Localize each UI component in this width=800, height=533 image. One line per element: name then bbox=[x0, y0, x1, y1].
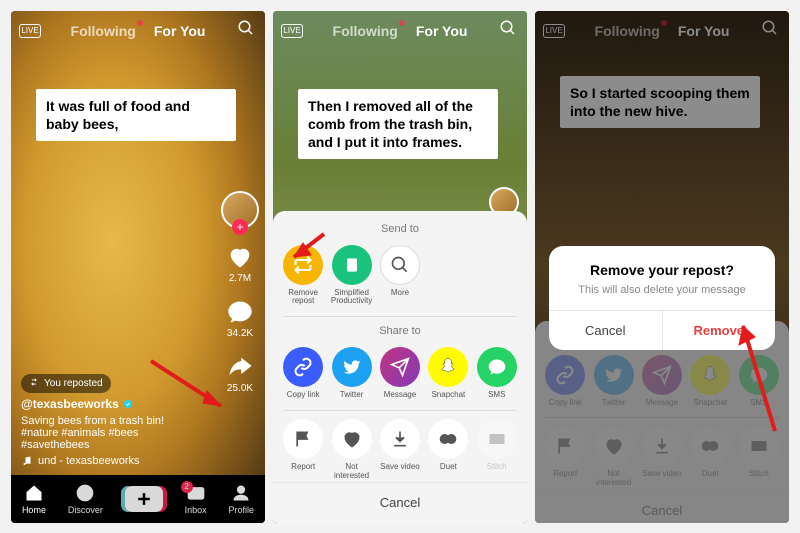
twitter-icon bbox=[342, 357, 362, 377]
duet-icon bbox=[438, 429, 458, 449]
link-icon bbox=[293, 357, 313, 377]
screen-feed: LIVE Following For You It was full of fo… bbox=[11, 11, 265, 523]
cancel-button[interactable]: Cancel bbox=[273, 482, 527, 522]
follow-plus-icon[interactable]: + bbox=[232, 219, 248, 235]
screen-confirm-dialog: LIVE FollowingFor You So I started scoop… bbox=[535, 11, 789, 523]
tab-following[interactable]: Following bbox=[71, 23, 136, 39]
action-duet[interactable]: Duet bbox=[424, 419, 472, 481]
live-badge[interactable]: LIVE bbox=[281, 24, 303, 38]
action-not-interested[interactable]: Not interested bbox=[328, 419, 376, 481]
download-icon bbox=[390, 429, 410, 449]
share-twitter[interactable]: Twitter bbox=[328, 347, 376, 400]
video-description: Saving bees from a trash bin! #nature #a… bbox=[21, 415, 195, 451]
send-to-label: Send to bbox=[273, 223, 527, 235]
search-icon[interactable] bbox=[499, 19, 517, 42]
tab-for-you[interactable]: For You bbox=[154, 23, 206, 39]
notification-dot bbox=[399, 20, 405, 26]
live-badge[interactable]: LIVE bbox=[19, 24, 41, 38]
action-save-video[interactable]: Save video bbox=[376, 419, 424, 481]
share-sheet: Send to Remove repost Simplified Product… bbox=[273, 211, 527, 523]
flag-icon bbox=[293, 429, 313, 449]
share-button[interactable]: 25.0K bbox=[226, 353, 254, 394]
nav-home[interactable]: Home bbox=[22, 483, 46, 515]
creator-avatar[interactable]: + bbox=[221, 191, 259, 229]
nav-inbox[interactable]: 2Inbox bbox=[185, 483, 207, 515]
nav-create[interactable] bbox=[125, 486, 163, 512]
dialog-title: Remove your repost? bbox=[549, 246, 775, 284]
music-note-icon bbox=[21, 455, 33, 467]
remove-repost-button[interactable]: Remove repost bbox=[279, 245, 327, 307]
notification-dot bbox=[137, 20, 143, 26]
screen-share-sheet: LIVE Following For You Then I removed all… bbox=[273, 11, 527, 523]
share-message[interactable]: Message bbox=[376, 347, 424, 400]
like-button[interactable]: 2.7M bbox=[226, 243, 254, 284]
heart-broken-icon bbox=[342, 429, 362, 449]
music-info[interactable]: und - texasbeeworks bbox=[21, 455, 195, 467]
share-sms[interactable]: SMS bbox=[473, 347, 521, 400]
stitch-icon bbox=[487, 429, 507, 449]
video-caption-overlay: Then I removed all of the comb from the … bbox=[298, 89, 498, 160]
dialog-message: This will also delete your message bbox=[549, 284, 775, 310]
share-to-label: Share to bbox=[273, 325, 527, 337]
action-stitch[interactable]: Stitch bbox=[473, 419, 521, 481]
share-snapchat[interactable]: Snapchat bbox=[424, 347, 472, 400]
share-copy-link[interactable]: Copy link bbox=[279, 347, 327, 400]
inbox-badge: 2 bbox=[181, 481, 193, 493]
dialog-cancel-button[interactable]: Cancel bbox=[549, 311, 663, 350]
dialog-remove-button[interactable]: Remove bbox=[663, 311, 776, 350]
like-count: 2.7M bbox=[229, 273, 251, 284]
sms-icon bbox=[487, 357, 507, 377]
video-caption-overlay: It was full of food and baby bees, bbox=[36, 89, 236, 141]
repost-icon bbox=[293, 255, 313, 275]
reposted-badge: You reposted bbox=[21, 374, 111, 393]
share-count: 25.0K bbox=[227, 383, 253, 394]
nav-discover[interactable]: Discover bbox=[68, 483, 103, 515]
send-to-simplified[interactable]: Simplified Productivity bbox=[328, 245, 376, 307]
send-to-more[interactable]: More bbox=[376, 245, 424, 307]
nav-profile[interactable]: Profile bbox=[229, 483, 255, 515]
search-icon bbox=[390, 255, 410, 275]
bottom-nav: Home Discover 2Inbox Profile bbox=[11, 475, 265, 523]
top-header: LIVE Following For You bbox=[11, 17, 265, 45]
snapchat-icon bbox=[438, 357, 458, 377]
create-icon bbox=[125, 486, 163, 512]
tab-following[interactable]: Following bbox=[333, 23, 398, 39]
video-info: You reposted @texasbeeworks Saving bees … bbox=[21, 374, 195, 467]
tab-for-you[interactable]: For You bbox=[416, 23, 468, 39]
action-rail: + 2.7M 34.2K 25.0K bbox=[221, 191, 259, 394]
top-header: LIVE Following For You bbox=[273, 17, 527, 45]
app-icon bbox=[342, 255, 362, 275]
comment-count: 34.2K bbox=[227, 328, 253, 339]
search-icon[interactable] bbox=[237, 19, 255, 42]
action-report[interactable]: Report bbox=[279, 419, 327, 481]
repost-icon bbox=[29, 377, 39, 390]
verified-icon bbox=[123, 399, 133, 409]
confirm-dialog: Remove your repost? This will also delet… bbox=[549, 246, 775, 350]
comment-button[interactable]: 34.2K bbox=[226, 298, 254, 339]
send-icon bbox=[390, 357, 410, 377]
username[interactable]: @texasbeeworks bbox=[21, 397, 195, 411]
